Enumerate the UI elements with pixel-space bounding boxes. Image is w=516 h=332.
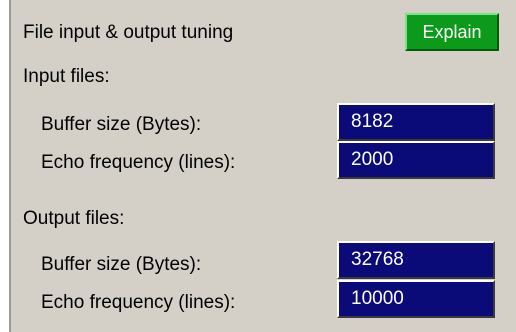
output-echo-frequency-label: Echo frequency (lines): bbox=[41, 292, 236, 313]
input-files-heading: Input files: bbox=[23, 66, 110, 87]
panel-title: File input & output tuning bbox=[23, 22, 234, 43]
input-buffer-size-label: Buffer size (Bytes): bbox=[41, 114, 202, 135]
input-echo-frequency-label: Echo frequency (lines): bbox=[41, 152, 236, 173]
output-buffer-size-field[interactable] bbox=[337, 241, 495, 279]
file-io-tuning-panel: File input & output tuning Explain Input… bbox=[9, 0, 516, 332]
input-buffer-size-field[interactable] bbox=[337, 103, 495, 141]
output-echo-frequency-field[interactable] bbox=[337, 280, 495, 318]
output-files-heading: Output files: bbox=[23, 208, 125, 229]
explain-button[interactable]: Explain bbox=[405, 13, 499, 51]
output-buffer-size-label: Buffer size (Bytes): bbox=[41, 254, 202, 275]
input-echo-frequency-field[interactable] bbox=[337, 141, 495, 179]
